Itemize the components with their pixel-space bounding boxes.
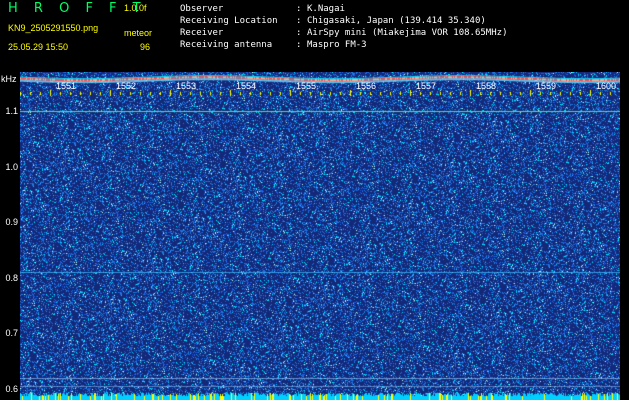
x-tick-label: 1559 bbox=[536, 81, 557, 91]
y-tick-label: 0.9 bbox=[5, 217, 18, 228]
antenna-value: Maspro FM-3 bbox=[307, 40, 367, 50]
observer-label: Observer bbox=[180, 4, 224, 14]
y-tick-label: 0.6 bbox=[5, 383, 18, 394]
x-tick-label: 1600 bbox=[596, 81, 617, 91]
timestamp-label: 25.05.29 15:50 bbox=[8, 42, 69, 52]
x-tick-label: 1556 bbox=[356, 81, 377, 91]
meteor-label: meteor bbox=[124, 28, 153, 38]
location-value: Chigasaki, Japan (139.414 35.340) bbox=[307, 16, 486, 26]
receiver-value: AirSpy mini (Miakejima VOR 108.65MHz) bbox=[307, 28, 508, 38]
location-sep: : bbox=[296, 16, 302, 26]
x-tick-label: 1554 bbox=[236, 81, 257, 91]
spectrogram-canvas bbox=[20, 72, 620, 400]
version-label: 1.0.0f bbox=[124, 3, 147, 13]
header-panel: H R O F F T 1.0.0f KN9_2505291550.png me… bbox=[0, 0, 629, 72]
y-tick-label: 0.8 bbox=[5, 272, 18, 283]
x-tick-label: 1551 bbox=[56, 81, 77, 91]
y-tick-label: 1.0 bbox=[5, 161, 18, 172]
x-tick-label: 1553 bbox=[176, 81, 197, 91]
observer-sep: : bbox=[296, 4, 302, 14]
x-tick-label: 1552 bbox=[116, 81, 137, 91]
observer-value: K.Nagai bbox=[307, 4, 345, 14]
filename-label: KN9_2505291550.png bbox=[8, 23, 99, 33]
meteor-count: 96 bbox=[140, 42, 151, 52]
receiver-sep: : bbox=[296, 28, 302, 38]
x-tick-label: 1557 bbox=[416, 81, 437, 91]
y-tick-label: 1.1 bbox=[5, 105, 18, 116]
antenna-label: Receiving antenna bbox=[180, 40, 273, 50]
x-tick-label: 1558 bbox=[476, 81, 497, 91]
location-label: Receiving Location bbox=[180, 16, 278, 26]
receiver-label: Receiver bbox=[180, 28, 224, 38]
antenna-sep: : bbox=[296, 40, 302, 50]
x-tick-label: 1555 bbox=[296, 81, 317, 91]
y-tick-label: 0.7 bbox=[5, 328, 18, 339]
y-axis-unit: kHz bbox=[1, 74, 17, 84]
